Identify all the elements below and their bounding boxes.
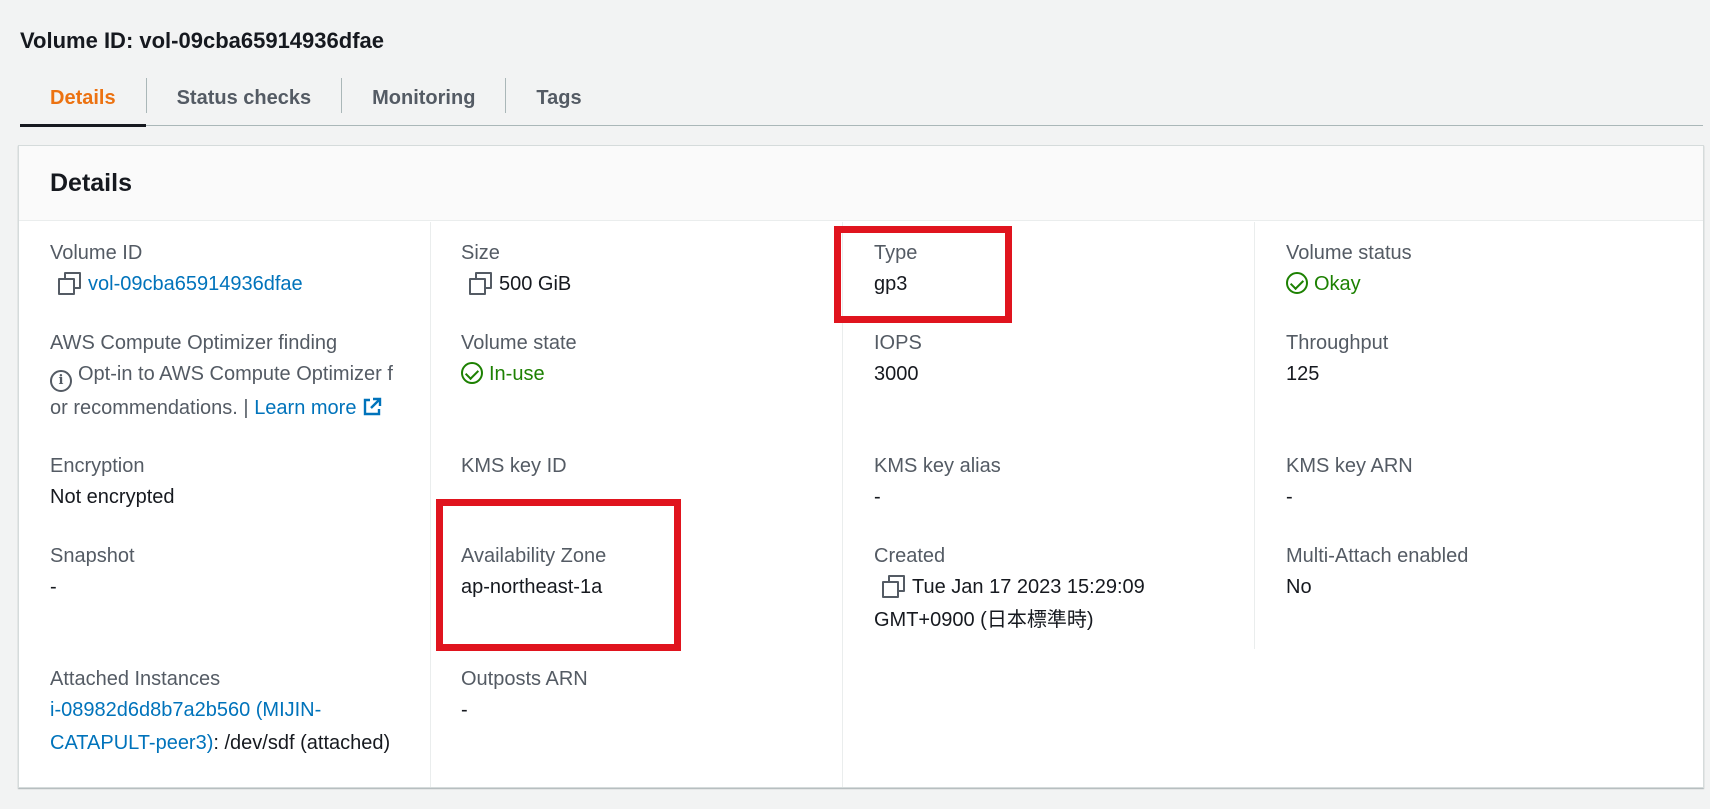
- field-value: -: [1286, 486, 1293, 508]
- field-value: i-08982d6d8b7a2b560 (MIJIN-: [50, 694, 430, 727]
- field-kms-key-id: KMS key ID: [461, 451, 842, 541]
- field-volume-status: Volume status Okay: [1286, 238, 1667, 328]
- details-column-3: Type gp3 IOPS 3000 KMS key alias - Creat…: [843, 222, 1255, 649]
- check-circle-icon: [461, 362, 483, 384]
- field-label: Volume ID: [50, 242, 143, 264]
- field-label: KMS key ARN: [1286, 455, 1413, 477]
- field-label: KMS key alias: [874, 455, 1001, 477]
- tab-bar: Details Status checks Monitoring Tags: [20, 72, 1703, 127]
- field-value: Okay: [1286, 268, 1667, 301]
- field-label: Multi-Attach enabled: [1286, 545, 1469, 567]
- field-attached-instances: Attached Instances i-08982d6d8b7a2b560 (…: [50, 664, 430, 754]
- field-value: gp3: [874, 273, 908, 295]
- field-label: Encryption: [50, 455, 145, 477]
- learn-more-link[interactable]: Learn more: [254, 397, 356, 419]
- field-label: IOPS: [874, 332, 922, 354]
- field-value: Tue Jan 17 2023 15:29:09: [874, 571, 1254, 604]
- field-value: i Opt-in to AWS Compute Optimizer f: [50, 358, 430, 392]
- attachment-device: : /dev/sdf (attached): [213, 732, 391, 754]
- field-encryption: Encryption Not encrypted: [50, 451, 430, 541]
- field-label: Volume status: [1286, 242, 1412, 264]
- copy-icon[interactable]: [882, 575, 905, 598]
- info-icon: i: [50, 370, 72, 392]
- field-value: -: [461, 699, 468, 721]
- field-value: 125: [1286, 363, 1320, 385]
- details-column-2: Size 500 GiB Volume state In-use KMS key…: [431, 222, 843, 787]
- field-label: Created: [874, 545, 946, 567]
- field-label: AWS Compute Optimizer finding: [50, 332, 338, 354]
- field-value: -: [50, 576, 57, 598]
- tab-status-checks[interactable]: Status checks: [147, 72, 342, 125]
- created-value: Tue Jan 17 2023 15:29:09: [912, 576, 1145, 598]
- field-label: Attached Instances: [50, 668, 221, 690]
- field-value: Not encrypted: [50, 486, 175, 508]
- details-grid: Volume ID vol-09cba65914936dfae AWS Comp…: [19, 222, 1703, 787]
- optimizer-text: or recommendations. |: [50, 397, 249, 419]
- field-label: Size: [461, 242, 500, 264]
- instance-link[interactable]: i-08982d6d8b7a2b560 (MIJIN-: [50, 699, 321, 721]
- check-circle-icon: [1286, 272, 1308, 294]
- field-created: Created Tue Jan 17 2023 15:29:09 GMT+090…: [874, 541, 1254, 664]
- details-panel: Details Volume ID vol-09cba65914936dfae …: [18, 145, 1704, 788]
- field-label: Throughput: [1286, 332, 1389, 354]
- field-snapshot: Snapshot -: [50, 541, 430, 664]
- field-value: 500 GiB: [461, 268, 842, 301]
- field-label: Snapshot: [50, 545, 135, 567]
- field-size: Size 500 GiB: [461, 238, 842, 328]
- field-value: vol-09cba65914936dfae: [50, 268, 430, 301]
- field-value: CATAPULT-peer3): /dev/sdf (attached): [50, 727, 430, 760]
- field-availability-zone: Availability Zone ap-northeast-1a: [461, 541, 842, 664]
- field-label: Outposts ARN: [461, 668, 588, 690]
- details-column-4: Volume status Okay Throughput 125 KMS ke…: [1255, 222, 1667, 787]
- field-throughput: Throughput 125: [1286, 328, 1667, 451]
- field-label: Availability Zone: [461, 545, 607, 567]
- tab-tags[interactable]: Tags: [506, 72, 611, 125]
- size-value: 500 GiB: [499, 273, 572, 295]
- panel-header: Details: [19, 146, 1703, 221]
- instance-link[interactable]: CATAPULT-peer3): [50, 732, 213, 754]
- external-link-icon[interactable]: [362, 397, 382, 417]
- field-volume-state: Volume state In-use: [461, 328, 842, 451]
- copy-icon[interactable]: [58, 272, 81, 295]
- field-value: -: [874, 486, 881, 508]
- volume-status-value: Okay: [1314, 273, 1361, 295]
- page-title: Volume ID: vol-09cba65914936dfae: [20, 28, 384, 53]
- field-label: Type: [874, 242, 918, 264]
- field-multi-attach: Multi-Attach enabled No: [1286, 541, 1667, 664]
- field-value: or recommendations. | Learn more: [50, 392, 430, 425]
- details-column-1: Volume ID vol-09cba65914936dfae AWS Comp…: [19, 222, 431, 787]
- field-label: Volume state: [461, 332, 577, 354]
- field-optimizer-finding: AWS Compute Optimizer finding i Opt-in to…: [50, 328, 430, 451]
- tab-monitoring[interactable]: Monitoring: [342, 72, 505, 125]
- tab-details[interactable]: Details: [20, 72, 146, 127]
- field-kms-key-alias: KMS key alias -: [874, 451, 1254, 541]
- field-value: GMT+0900 (日本標準時): [874, 609, 1094, 631]
- field-value: ap-northeast-1a: [461, 576, 603, 598]
- volume-state-value: In-use: [489, 363, 545, 385]
- field-label: KMS key ID: [461, 455, 567, 477]
- field-kms-key-arn: KMS key ARN -: [1286, 451, 1667, 541]
- field-outposts-arn: Outposts ARN -: [461, 664, 842, 754]
- copy-icon[interactable]: [469, 272, 492, 295]
- field-type: Type gp3: [874, 238, 1254, 328]
- field-volume-id: Volume ID vol-09cba65914936dfae: [50, 238, 430, 328]
- field-iops: IOPS 3000: [874, 328, 1254, 451]
- panel-title: Details: [50, 168, 132, 197]
- optimizer-text: Opt-in to AWS Compute Optimizer f: [78, 363, 393, 385]
- field-value: No: [1286, 576, 1312, 598]
- volume-id-link[interactable]: vol-09cba65914936dfae: [88, 273, 303, 295]
- field-value: In-use: [461, 358, 842, 391]
- field-value: 3000: [874, 363, 919, 385]
